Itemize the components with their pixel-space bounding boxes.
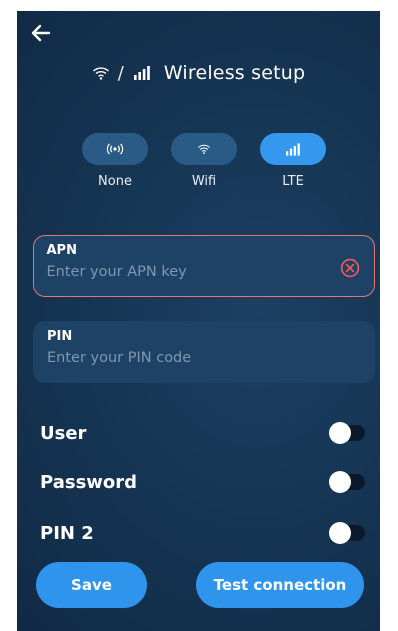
arrow-left-icon — [31, 24, 51, 42]
user-toggle-switch[interactable] — [329, 422, 365, 444]
password-toggle-switch[interactable] — [329, 471, 365, 493]
pin2-toggle-switch[interactable] — [329, 522, 365, 544]
back-button[interactable] — [29, 21, 53, 45]
user-toggle-label: User — [40, 422, 87, 444]
wireless-setup-screen: / Wireless setup None Wifi LTE APN Enter… — [17, 11, 380, 631]
apn-label: APN — [46, 242, 77, 258]
page-title: Wireless setup — [163, 62, 306, 84]
pin-field[interactable]: PIN — [33, 321, 375, 383]
mode-lte-button[interactable]: LTE — [258, 133, 328, 189]
toggle-knob — [329, 422, 351, 444]
pin2-toggle-label: PIN 2 — [40, 522, 94, 544]
mode-wifi-label: Wifi — [191, 174, 217, 189]
test-connection-button[interactable]: Test connection — [196, 562, 364, 608]
mode-lte-pill[interactable] — [260, 133, 326, 165]
apn-input[interactable] — [46, 263, 317, 280]
connection-mode-selector: None Wifi LTE — [80, 133, 328, 189]
wifi-icon — [198, 144, 210, 155]
cellular-signal-icon — [133, 66, 150, 80]
mode-none-label: None — [98, 174, 132, 189]
mode-wifi-button[interactable]: Wifi — [169, 133, 239, 189]
apn-field[interactable]: APN — [33, 235, 375, 297]
apn-clear-button[interactable] — [340, 258, 360, 278]
toggle-row-password: Password — [40, 469, 365, 495]
mode-none-button[interactable]: None — [80, 133, 150, 189]
antenna-broadcast-icon — [106, 143, 124, 155]
mode-wifi-pill[interactable] — [171, 133, 237, 165]
pin-label: PIN — [47, 329, 73, 344]
title-separator: / — [117, 62, 124, 84]
mode-lte-label: LTE — [282, 174, 304, 189]
pin-input[interactable] — [47, 350, 317, 366]
mode-none-pill[interactable] — [82, 133, 148, 165]
wifi-icon — [92, 65, 110, 81]
cellular-signal-icon — [286, 142, 300, 156]
clear-circle-icon — [340, 258, 360, 278]
toggle-knob — [329, 471, 351, 493]
save-button[interactable]: Save — [36, 562, 147, 608]
toggle-row-user: User — [40, 420, 365, 446]
password-toggle-label: Password — [40, 471, 138, 493]
toggle-row-pin2: PIN 2 — [40, 520, 365, 546]
page-header: / Wireless setup — [17, 59, 380, 87]
toggle-knob — [329, 522, 351, 544]
